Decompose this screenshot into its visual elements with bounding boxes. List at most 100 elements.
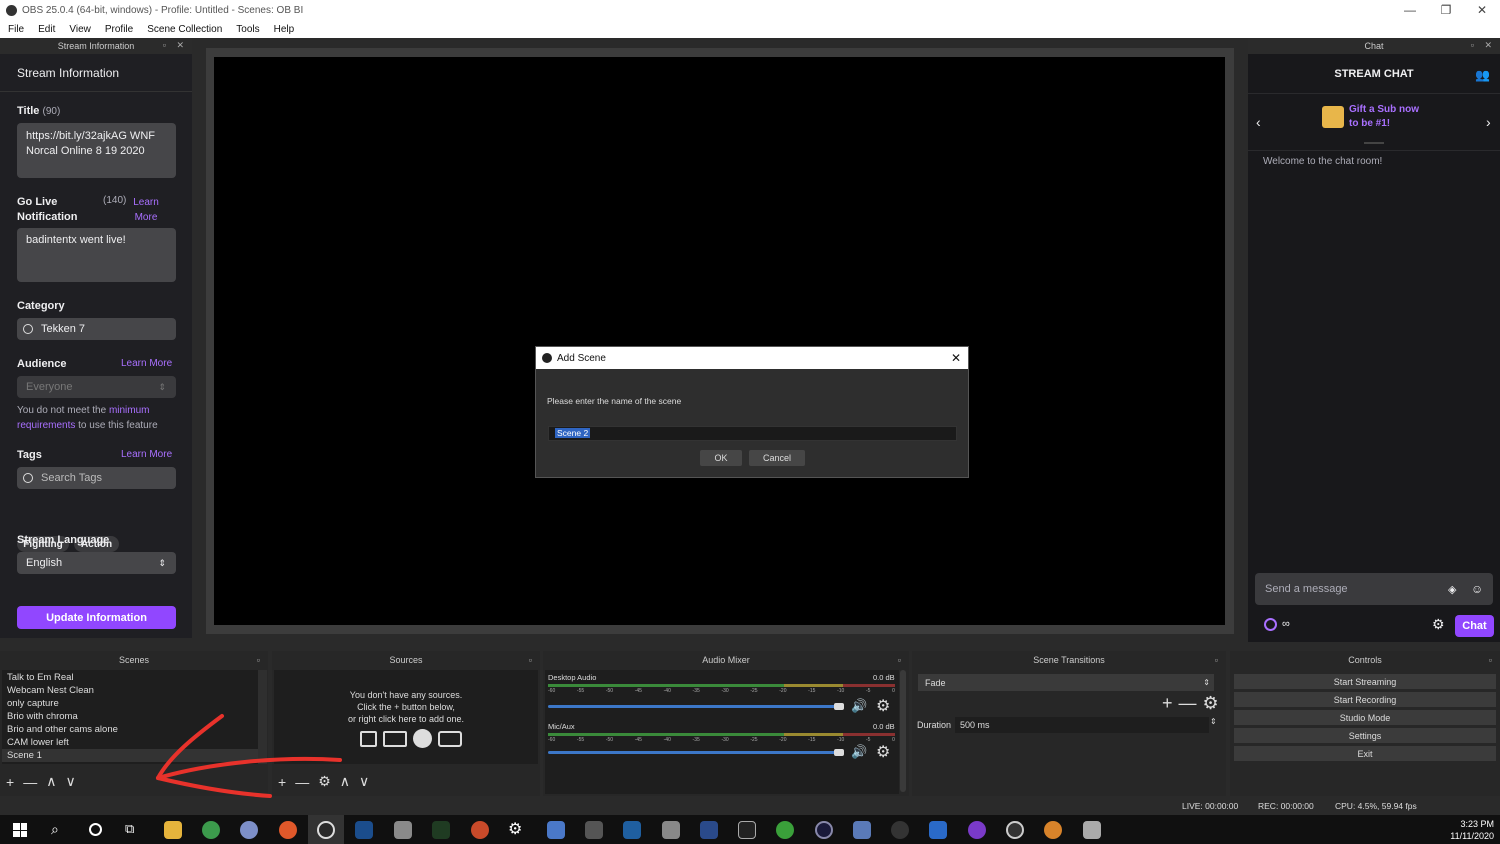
chrome-icon[interactable] — [202, 821, 220, 839]
tags-learn-more-link[interactable]: Learn More — [121, 449, 172, 460]
xbox-icon[interactable] — [776, 821, 794, 839]
emote-icon[interactable]: ☺ — [1471, 582, 1483, 596]
exit-button[interactable]: Exit — [1234, 746, 1496, 761]
mic-aux-volume-knob[interactable] — [834, 749, 844, 756]
chevron-left-icon[interactable]: ‹ — [1256, 114, 1261, 130]
scene-item[interactable]: Talk to Em Real — [2, 671, 258, 684]
duration-input[interactable]: 500 ms — [955, 717, 1209, 733]
app-icon[interactable] — [891, 821, 909, 839]
gift-sub-promo[interactable]: Gift a Sub now to be #1! — [1349, 103, 1419, 131]
transition-select[interactable]: Fade ⇕ — [918, 674, 1214, 691]
menu-tools[interactable]: Tools — [236, 24, 259, 35]
app-icon[interactable] — [279, 821, 297, 839]
start-streaming-button[interactable]: Start Streaming — [1234, 674, 1496, 689]
gear-icon[interactable]: ⚙ — [876, 696, 890, 716]
chevron-right-icon[interactable]: › — [1486, 114, 1491, 130]
app-icon[interactable] — [432, 821, 450, 839]
steam-icon[interactable] — [355, 821, 373, 839]
dock-float-icon[interactable]: ▫ — [898, 655, 905, 665]
speaker-icon[interactable]: 🔊 — [851, 698, 867, 714]
users-icon[interactable]: 👥 — [1475, 68, 1490, 82]
gear-icon[interactable]: ⚙ — [1203, 693, 1219, 714]
epic-games-icon[interactable] — [738, 821, 756, 839]
app-icon[interactable] — [929, 821, 947, 839]
audience-learn-more-link[interactable]: Learn More — [121, 358, 172, 369]
audio-scrollbar[interactable] — [900, 670, 906, 792]
menu-profile[interactable]: Profile — [105, 24, 133, 35]
remove-icon[interactable]: — — [1179, 693, 1197, 714]
desktop-audio-volume-knob[interactable] — [834, 703, 844, 710]
app-icon[interactable] — [1006, 821, 1024, 839]
preview-canvas[interactable] — [214, 57, 1225, 625]
settings-gear-icon[interactable]: ⚙ — [508, 819, 522, 839]
maximize-icon[interactable]: ❐ — [1428, 0, 1464, 20]
scene-name-input[interactable]: Scene 2 — [548, 426, 957, 441]
chat-message-input[interactable]: Send a message — [1255, 573, 1493, 605]
app-icon[interactable] — [585, 821, 603, 839]
calculator-icon[interactable] — [547, 821, 565, 839]
move-down-icon[interactable]: ∨ — [65, 773, 75, 790]
dialog-ok-button[interactable]: OK — [700, 450, 742, 466]
bits-icon[interactable]: ◈ — [1448, 583, 1456, 596]
menu-view[interactable]: View — [69, 24, 91, 35]
camera-icon[interactable] — [853, 821, 871, 839]
search-icon[interactable]: ⌕ — [51, 821, 59, 838]
chat-send-button[interactable]: Chat — [1455, 615, 1494, 637]
gear-icon[interactable]: ⚙ — [1432, 616, 1445, 633]
category-input[interactable]: Tekken 7 — [17, 318, 176, 340]
close-window-icon[interactable]: ✕ — [1464, 0, 1500, 20]
duration-spinner-icon[interactable]: ⇕ — [1210, 717, 1217, 726]
audience-select[interactable]: Everyone ⇕ — [17, 376, 176, 398]
app-icon[interactable] — [623, 821, 641, 839]
app-icon[interactable] — [968, 821, 986, 839]
taskbar-clock[interactable]: 3:23 PM 11/11/2020 — [1440, 818, 1494, 842]
app-icon[interactable] — [1044, 821, 1062, 839]
golive-notification-input[interactable]: badintentx went live! — [17, 228, 176, 282]
menu-help[interactable]: Help — [274, 24, 295, 35]
cortana-icon[interactable] — [89, 823, 102, 836]
file-explorer-icon[interactable] — [164, 821, 182, 839]
app-icon[interactable] — [662, 821, 680, 839]
app-icon[interactable] — [1083, 821, 1101, 839]
task-view-icon[interactable]: ⧉ — [125, 821, 134, 837]
windows-start-icon[interactable] — [13, 823, 27, 837]
dock-float-close-icon[interactable]: ▫ ✕ — [1471, 40, 1496, 51]
menu-edit[interactable]: Edit — [38, 24, 55, 35]
minimize-icon[interactable]: — — [1392, 0, 1428, 20]
dock-float-icon[interactable]: ▫ — [1489, 655, 1496, 665]
update-information-button[interactable]: Update Information — [17, 606, 176, 629]
start-recording-button[interactable]: Start Recording — [1234, 692, 1496, 707]
scene-item[interactable]: Webcam Nest Clean — [2, 684, 258, 697]
settings-button[interactable]: Settings — [1234, 728, 1496, 743]
tags-search-input[interactable]: Search Tags — [17, 467, 176, 489]
add-icon[interactable]: + — [1162, 693, 1173, 714]
dock-float-close-icon[interactable]: ▫ ✕ — [163, 40, 188, 51]
golive-learn-more-link[interactable]: Learn More — [126, 195, 166, 225]
move-down-icon[interactable]: ∨ — [359, 773, 369, 790]
app-icon[interactable] — [394, 821, 412, 839]
desktop-audio-volume-slider[interactable] — [548, 705, 838, 708]
move-up-icon[interactable]: ∧ — [46, 773, 56, 790]
title-input[interactable]: https://bit.ly/32ajkAG WNF Norcal Online… — [17, 123, 176, 178]
obs-taskbar-icon[interactable] — [317, 821, 335, 839]
menu-file[interactable]: File — [8, 24, 24, 35]
dock-float-icon[interactable]: ▫ — [529, 655, 536, 665]
dialog-close-icon[interactable]: ✕ — [951, 351, 961, 365]
dock-float-icon[interactable]: ▫ — [1215, 655, 1222, 665]
gear-icon[interactable]: ⚙ — [876, 742, 890, 762]
mic-aux-volume-slider[interactable] — [548, 751, 838, 754]
dialog-cancel-button[interactable]: Cancel — [749, 450, 805, 466]
app-icon[interactable] — [471, 821, 489, 839]
add-icon[interactable]: + — [6, 774, 14, 790]
dock-header: Scenes ▫ — [0, 651, 268, 669]
language-select[interactable]: English ⇕ — [17, 552, 176, 574]
app-icon[interactable] — [240, 821, 258, 839]
app-icon[interactable] — [815, 821, 833, 839]
studio-mode-button[interactable]: Studio Mode — [1234, 710, 1496, 725]
remove-icon[interactable]: — — [23, 774, 37, 790]
app-icon[interactable] — [700, 821, 718, 839]
dock-float-icon[interactable]: ▫ — [257, 655, 264, 665]
channel-points-icon[interactable] — [1264, 618, 1277, 631]
menu-scene-collection[interactable]: Scene Collection — [147, 24, 222, 35]
speaker-icon[interactable]: 🔊 — [851, 744, 867, 760]
